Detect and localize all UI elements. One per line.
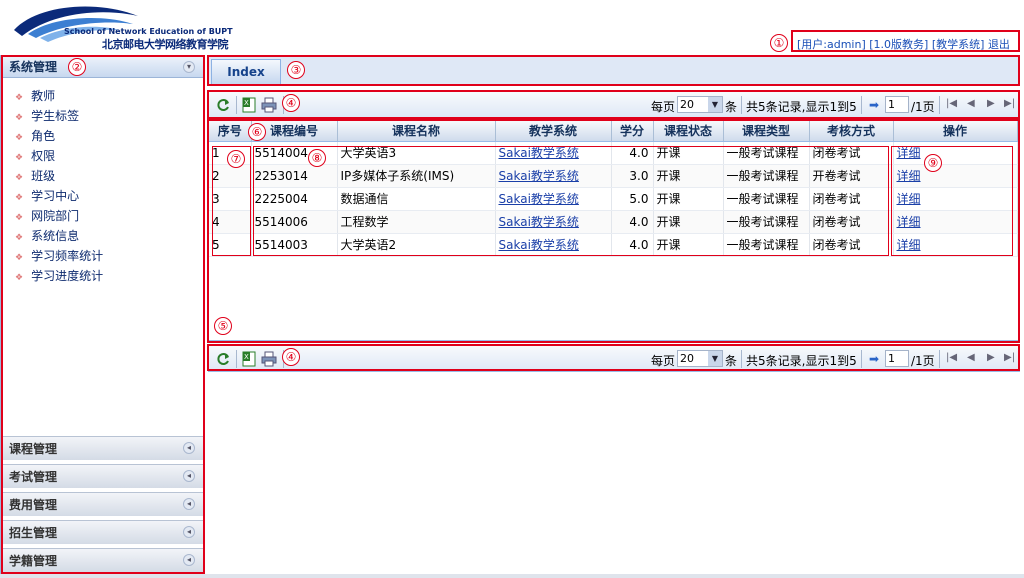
bottom-strip <box>0 574 1024 578</box>
annotation-4-bottom: ④ <box>282 348 300 366</box>
annotation-7: ⑦ <box>227 150 245 168</box>
annotation-3: ③ <box>287 61 305 79</box>
logo: School of Network Education of BUPT 北京邮电… <box>8 2 238 52</box>
logo-english-text: School of Network Education of BUPT <box>64 27 233 36</box>
annotation-box-3 <box>207 55 1020 86</box>
annotation-6: ⑥ <box>248 123 266 141</box>
annotation-box-4-bottom <box>207 344 1020 371</box>
annotation-1: ① <box>770 34 788 52</box>
annotation-8: ⑧ <box>308 149 326 167</box>
annotation-2: ② <box>68 58 86 76</box>
annotation-box-4-top <box>207 90 1020 119</box>
annotation-box-1 <box>791 30 1020 52</box>
annotation-box-2 <box>1 55 205 574</box>
logo-chinese-text: 北京邮电大学网络教育学院 <box>102 38 229 51</box>
annotation-5: ⑤ <box>214 317 232 335</box>
annotation-9: ⑨ <box>924 154 942 172</box>
annotation-4-top: ④ <box>282 94 300 112</box>
annotation-box-8 <box>253 146 889 256</box>
annotation-box-9 <box>891 146 1013 256</box>
